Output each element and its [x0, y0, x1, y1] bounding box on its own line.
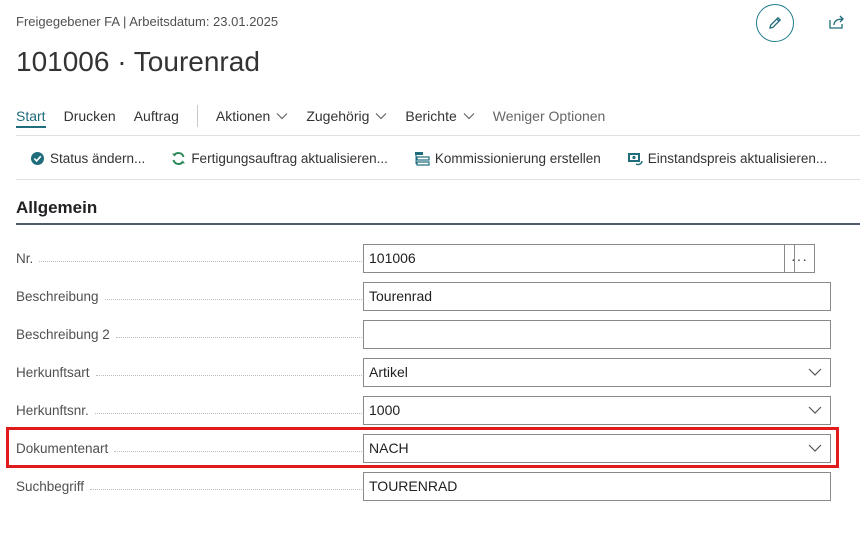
chevron-down-icon	[808, 406, 822, 414]
refresh-icon	[172, 151, 186, 165]
nr-input[interactable]: 101006	[363, 243, 795, 273]
tab-drucken[interactable]: Drucken	[64, 102, 116, 130]
menu-aktionen-label: Aktionen	[215, 108, 271, 124]
beschreibung-2-input[interactable]	[363, 319, 831, 349]
share-icon	[829, 15, 844, 29]
divider	[16, 179, 860, 180]
chevron-down-icon	[808, 368, 822, 376]
assist-edit-button[interactable]: ···	[784, 244, 815, 273]
edit-button[interactable]	[756, 4, 794, 42]
suchbegriff-input[interactable]: TOURENRAD	[363, 471, 831, 501]
menu-berichte[interactable]: Berichte	[405, 102, 475, 130]
field-label-herkunftsart[interactable]: Herkunftsart	[16, 365, 362, 380]
field-row-herkunftsart: Herkunftsart Artikel	[16, 357, 831, 387]
beschreibung-input[interactable]: Tourenrad	[363, 281, 831, 311]
field-row-nr: Nr. 101006	[16, 243, 795, 273]
action-bar: Start Drucken Auftrag Aktionen Zugehörig…	[16, 102, 623, 130]
menu-aktionen[interactable]: Aktionen	[216, 102, 288, 130]
update-unit-cost-label: Einstandspreis aktualisieren...	[647, 150, 828, 166]
refresh-production-order-label: Fertigungsauftrag aktualisieren...	[191, 150, 388, 166]
pick-list-icon	[414, 151, 430, 166]
divider	[16, 135, 860, 136]
chevron-down-icon	[375, 113, 387, 120]
pencil-icon	[769, 16, 782, 29]
herkunftsart-select[interactable]: Artikel	[363, 357, 831, 387]
command-bar: Status ändern... Fertigungsauftrag aktua…	[30, 146, 853, 170]
field-label-herkunftsnr[interactable]: Herkunftsnr.	[16, 403, 362, 418]
tab-auftrag[interactable]: Auftrag	[134, 102, 179, 130]
field-label-beschreibung-2[interactable]: Beschreibung 2	[16, 327, 362, 342]
section-title[interactable]: Allgemein	[16, 198, 97, 218]
update-unit-cost-button[interactable]: Einstandspreis aktualisieren...	[627, 151, 827, 166]
highlight-annotation-box	[6, 427, 839, 468]
page-title: 101006 · Tourenrad	[16, 46, 260, 77]
page-subtitle: Freigegebener FA | Arbeitsdatum: 23.01.2…	[16, 14, 279, 29]
tab-start[interactable]: Start	[16, 102, 46, 130]
status-change-icon	[31, 151, 44, 165]
field-label-suchbegriff[interactable]: Suchbegriff	[16, 479, 362, 494]
field-label-beschreibung[interactable]: Beschreibung	[16, 289, 362, 304]
section-underline	[16, 223, 860, 225]
herkunftsnr-select[interactable]: 1000	[363, 395, 831, 425]
field-row-beschreibung-2: Beschreibung 2	[16, 319, 831, 349]
less-options-button[interactable]: Weniger Optionen	[493, 102, 606, 130]
cost-update-icon	[627, 152, 643, 165]
status-change-button[interactable]: Status ändern...	[30, 151, 145, 166]
share-button[interactable]	[826, 11, 848, 33]
chevron-down-icon	[463, 113, 475, 120]
create-pick-button[interactable]: Kommissionierung erstellen	[414, 151, 601, 166]
menu-berichte-label: Berichte	[405, 108, 457, 124]
status-change-label: Status ändern...	[50, 150, 146, 166]
field-row-beschreibung: Beschreibung Tourenrad	[16, 281, 831, 311]
chevron-down-icon	[276, 113, 288, 120]
field-label-nr[interactable]: Nr.	[16, 251, 362, 266]
field-row-suchbegriff: Suchbegriff TOURENRAD	[16, 471, 831, 501]
action-bar-divider	[196, 105, 198, 127]
create-pick-label: Kommissionierung erstellen	[434, 150, 601, 166]
field-row-herkunftsnr: Herkunftsnr. 1000	[16, 395, 831, 425]
menu-zugehoerig-label: Zugehörig	[306, 108, 370, 124]
menu-zugehoerig[interactable]: Zugehörig	[306, 102, 387, 130]
refresh-production-order-button[interactable]: Fertigungsauftrag aktualisieren...	[171, 151, 388, 166]
